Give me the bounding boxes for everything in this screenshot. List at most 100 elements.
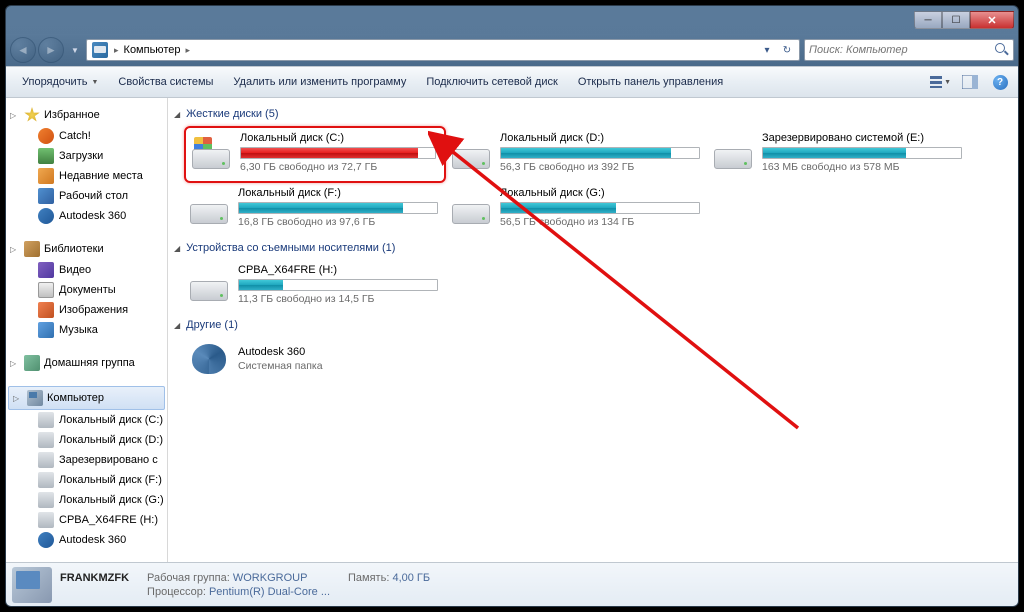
drive-icon — [38, 452, 54, 468]
sidebar-group-homegroup[interactable]: ▷Домашняя группа — [6, 352, 167, 374]
search-icon — [995, 43, 1009, 57]
section-header-removable[interactable]: ◢Устройства со съемными носителями (1) — [174, 236, 1018, 260]
pictures-icon — [38, 302, 54, 318]
address-bar[interactable]: ▸ Компьютер ▸ ▾ ↻ — [86, 39, 800, 61]
drive-icon — [188, 267, 230, 303]
collapse-icon[interactable]: ◢ — [174, 110, 180, 119]
drive-icon — [190, 135, 232, 171]
downloads-icon — [38, 148, 54, 164]
open-control-panel-button[interactable]: Открыть панель управления — [568, 72, 733, 92]
breadcrumb-item[interactable]: Компьютер — [122, 44, 183, 56]
maximize-button[interactable]: ☐ — [942, 11, 970, 29]
expand-icon[interactable]: ▷ — [10, 359, 16, 368]
folder-type: Системная папка — [238, 360, 323, 372]
collapse-icon[interactable]: ◢ — [174, 321, 180, 330]
computer-icon — [12, 567, 52, 603]
drive-c[interactable]: Локальный диск (C:)6,30 ГБ свободно из 7… — [184, 126, 446, 183]
capacity-bar — [238, 279, 438, 291]
drive-d[interactable]: Локальный диск (D:) 56,3 ГБ свободно из 3… — [446, 126, 708, 183]
autodesk-icon — [38, 208, 54, 224]
toolbar: Упорядочить▼ Свойства системы Удалить ил… — [6, 66, 1018, 98]
minimize-button[interactable]: ─ — [914, 11, 942, 29]
drive-caption: 6,30 ГБ свободно из 72,7 ГБ — [240, 161, 436, 173]
drive-name: Локальный диск (D:) — [500, 132, 700, 144]
sidebar-item-drive-c[interactable]: Локальный диск (C:) — [6, 410, 167, 430]
expand-icon[interactable]: ▷ — [13, 394, 19, 403]
sidebar-group-favorites[interactable]: ▷Избранное — [6, 104, 167, 126]
autodesk-icon — [192, 344, 226, 374]
chevron-right-icon: ▸ — [111, 45, 122, 56]
help-button[interactable]: ? — [988, 71, 1012, 93]
map-network-drive-button[interactable]: Подключить сетевой диск — [416, 72, 567, 92]
sidebar-item-drive-d[interactable]: Локальный диск (D:) — [6, 430, 167, 450]
sidebar-item-drive-h[interactable]: CPBA_X64FRE (H:) — [6, 510, 167, 530]
breadcrumb[interactable]: ▸ Компьютер ▸ — [111, 44, 193, 56]
view-options-button[interactable]: ▼ — [928, 71, 952, 93]
drive-caption: 56,3 ГБ свободно из 392 ГБ — [500, 161, 700, 173]
drive-icon — [38, 412, 54, 428]
search-input[interactable] — [809, 44, 995, 56]
sidebar-item-catch[interactable]: Catch! — [6, 126, 167, 146]
history-dropdown[interactable]: ▼ — [68, 41, 82, 59]
star-icon — [24, 107, 40, 123]
nav-bar: ◄ ► ▼ ▸ Компьютер ▸ ▾ ↻ — [6, 34, 1018, 66]
folder-autodesk360[interactable]: Autodesk 360Системная папка — [184, 337, 446, 385]
libraries-icon — [24, 241, 40, 257]
drive-icon — [38, 512, 54, 528]
sidebar-item-drive-f[interactable]: Локальный диск (F:) — [6, 470, 167, 490]
drive-caption: 16,8 ГБ свободно из 97,6 ГБ — [238, 216, 438, 228]
drive-f[interactable]: Локальный диск (F:)16,8 ГБ свободно из 9… — [184, 183, 446, 236]
computer-icon — [92, 42, 108, 58]
forward-button[interactable]: ► — [38, 37, 64, 63]
drive-icon — [712, 135, 754, 171]
music-icon — [38, 322, 54, 338]
back-button[interactable]: ◄ — [10, 37, 36, 63]
drive-name: Зарезервировано системой (E:) — [762, 132, 962, 144]
system-properties-button[interactable]: Свойства системы — [108, 72, 223, 92]
sidebar-item-downloads[interactable]: Загрузки — [6, 146, 167, 166]
drive-icon — [38, 472, 54, 488]
sidebar-item-drive-e[interactable]: Зарезервировано с — [6, 450, 167, 470]
capacity-bar — [762, 147, 962, 159]
sidebar-item-music[interactable]: Музыка — [6, 320, 167, 340]
drive-caption: 163 МБ свободно из 578 МБ — [762, 161, 962, 173]
sidebar-item-recent[interactable]: Недавние места — [6, 166, 167, 186]
close-button[interactable]: ✕ — [970, 11, 1014, 29]
preview-pane-icon — [962, 75, 978, 89]
drive-e[interactable]: Зарезервировано системой (E:) 163 МБ своб… — [708, 126, 970, 183]
titlebar[interactable]: ─ ☐ ✕ — [6, 6, 1018, 34]
sidebar-item-pictures[interactable]: Изображения — [6, 300, 167, 320]
sidebar-group-libraries[interactable]: ▷Библиотеки — [6, 238, 167, 260]
help-icon: ? — [993, 75, 1008, 90]
details-pane: FRANKMZFK Рабочая группа: WORKGROUP Памя… — [6, 562, 1018, 606]
document-icon — [38, 282, 54, 298]
address-dropdown[interactable]: ▾ — [757, 40, 777, 60]
drive-icon — [38, 492, 54, 508]
sidebar-item-desktop[interactable]: Рабочий стол — [6, 186, 167, 206]
drive-icon — [38, 432, 54, 448]
autodesk-icon — [38, 532, 54, 548]
sidebar-group-computer[interactable]: ▷Компьютер — [8, 386, 165, 410]
drive-h[interactable]: CPBA_X64FRE (H:)11,3 ГБ свободно из 14,5… — [184, 260, 446, 313]
uninstall-program-button[interactable]: Удалить или изменить программу — [223, 72, 416, 92]
sidebar-item-drive-g[interactable]: Локальный диск (G:) — [6, 490, 167, 510]
sidebar-item-videos[interactable]: Видео — [6, 260, 167, 280]
chevron-right-icon[interactable]: ▸ — [182, 45, 193, 56]
content-pane[interactable]: ◢Жесткие диски (5) Локальный диск (C:)6,… — [168, 98, 1018, 562]
organize-menu[interactable]: Упорядочить▼ — [12, 72, 108, 92]
search-box[interactable] — [804, 39, 1014, 61]
explorer-window: ─ ☐ ✕ ◄ ► ▼ ▸ Компьютер ▸ ▾ ↻ — [5, 5, 1019, 607]
expand-icon[interactable]: ▷ — [10, 111, 16, 120]
sidebar-item-autodesk360-drv[interactable]: Autodesk 360 — [6, 530, 167, 550]
drive-g[interactable]: Локальный диск (G:)56,5 ГБ свободно из 1… — [446, 183, 708, 236]
section-header-hdd[interactable]: ◢Жесткие диски (5) — [174, 102, 1018, 126]
sidebar-item-autodesk360[interactable]: Autodesk 360 — [6, 206, 167, 226]
sidebar-item-documents[interactable]: Документы — [6, 280, 167, 300]
section-header-other[interactable]: ◢Другие (1) — [174, 313, 1018, 337]
preview-pane-button[interactable] — [958, 71, 982, 93]
refresh-button[interactable]: ↻ — [777, 40, 797, 60]
collapse-icon[interactable]: ◢ — [174, 244, 180, 253]
expand-icon[interactable]: ▷ — [10, 245, 16, 254]
drive-icon — [450, 135, 492, 171]
drive-name: CPBA_X64FRE (H:) — [238, 264, 438, 276]
